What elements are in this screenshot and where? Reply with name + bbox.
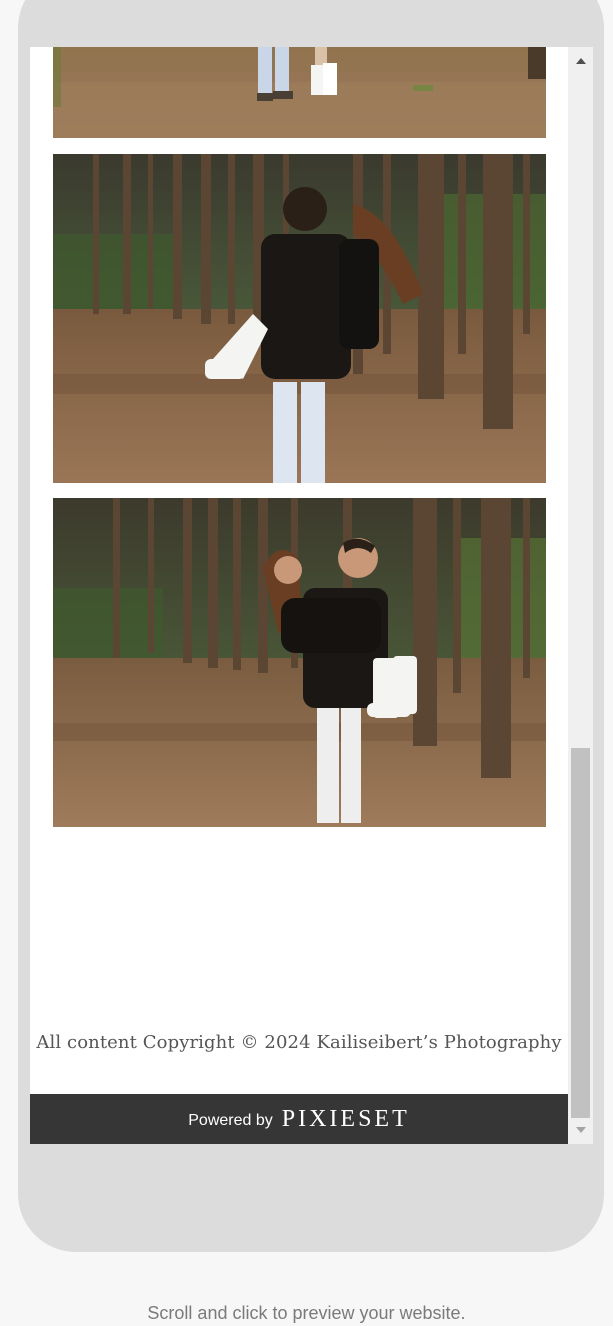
vertical-scrollbar[interactable] bbox=[568, 47, 593, 1144]
pixieset-logo: PIXIESET bbox=[281, 1105, 410, 1132]
gallery-photo-image bbox=[53, 154, 546, 483]
gallery-photo-image bbox=[53, 498, 546, 827]
copyright-text: All content Copyright © 2024 Kailiseiber… bbox=[36, 1032, 562, 1053]
website-preview-screen[interactable]: All content Copyright © 2024 Kailiseiber… bbox=[30, 47, 568, 1144]
scroll-up-button[interactable] bbox=[568, 49, 593, 73]
scroll-down-button[interactable] bbox=[568, 1118, 593, 1142]
arrow-up-icon bbox=[575, 58, 586, 64]
gallery-photo[interactable] bbox=[53, 498, 546, 827]
gallery-photo[interactable] bbox=[53, 47, 546, 138]
gallery-photo[interactable] bbox=[53, 154, 546, 483]
gallery-photo-image bbox=[53, 47, 546, 138]
scrollbar-thumb[interactable] bbox=[571, 748, 590, 1118]
arrow-down-icon bbox=[575, 1127, 586, 1133]
preview-hint-text: Scroll and click to preview your website… bbox=[147, 1303, 466, 1323]
powered-by-pixieset-link[interactable]: Powered by PIXIESET bbox=[30, 1094, 568, 1144]
powered-by-label: Powered by bbox=[188, 1111, 273, 1129]
